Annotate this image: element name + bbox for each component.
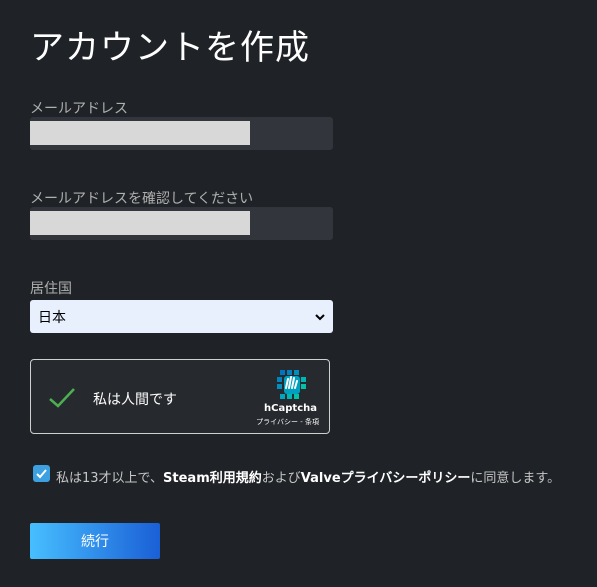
page-title: アカウントを作成 [30, 28, 310, 68]
agreement-text: 私は13才以上で、Steam利用規約およびValveプライバシーポリシーに同意し… [56, 467, 560, 486]
check-icon [49, 388, 75, 408]
checkbox-check-icon [36, 469, 47, 479]
valve-privacy-link[interactable]: Valveプライバシーポリシー [301, 471, 471, 486]
agreement-suffix: に同意します。 [470, 471, 561, 486]
agreement-checkbox[interactable] [33, 465, 50, 482]
confirm-email-field[interactable] [30, 211, 250, 235]
steam-terms-link[interactable]: Steam利用規約 [163, 471, 262, 486]
country-select[interactable]: 日本 [30, 300, 333, 333]
confirm-email-label: メールアドレスを確認してください [30, 191, 254, 207]
continue-button[interactable]: 続行 [30, 523, 160, 559]
chevron-down-icon [315, 313, 325, 320]
confirm-email-field-wrapper [30, 207, 333, 240]
country-label: 居住国 [30, 281, 72, 297]
email-label: メールアドレス [30, 101, 128, 117]
email-field[interactable] [30, 121, 250, 145]
country-select-value: 日本 [38, 309, 66, 326]
agreement-prefix: 私は13才以上で、 [56, 471, 164, 486]
captcha-widget[interactable]: 私は人間です hCaptcha プライバシー - 条項 [30, 359, 330, 434]
hcaptcha-logo-icon [277, 370, 306, 399]
agreement-and: および [261, 471, 301, 486]
captcha-brand: hCaptcha [264, 403, 317, 414]
captcha-links[interactable]: プライバシー - 条項 [256, 417, 319, 427]
email-field-wrapper [30, 117, 333, 150]
captcha-text: 私は人間です [93, 392, 177, 408]
